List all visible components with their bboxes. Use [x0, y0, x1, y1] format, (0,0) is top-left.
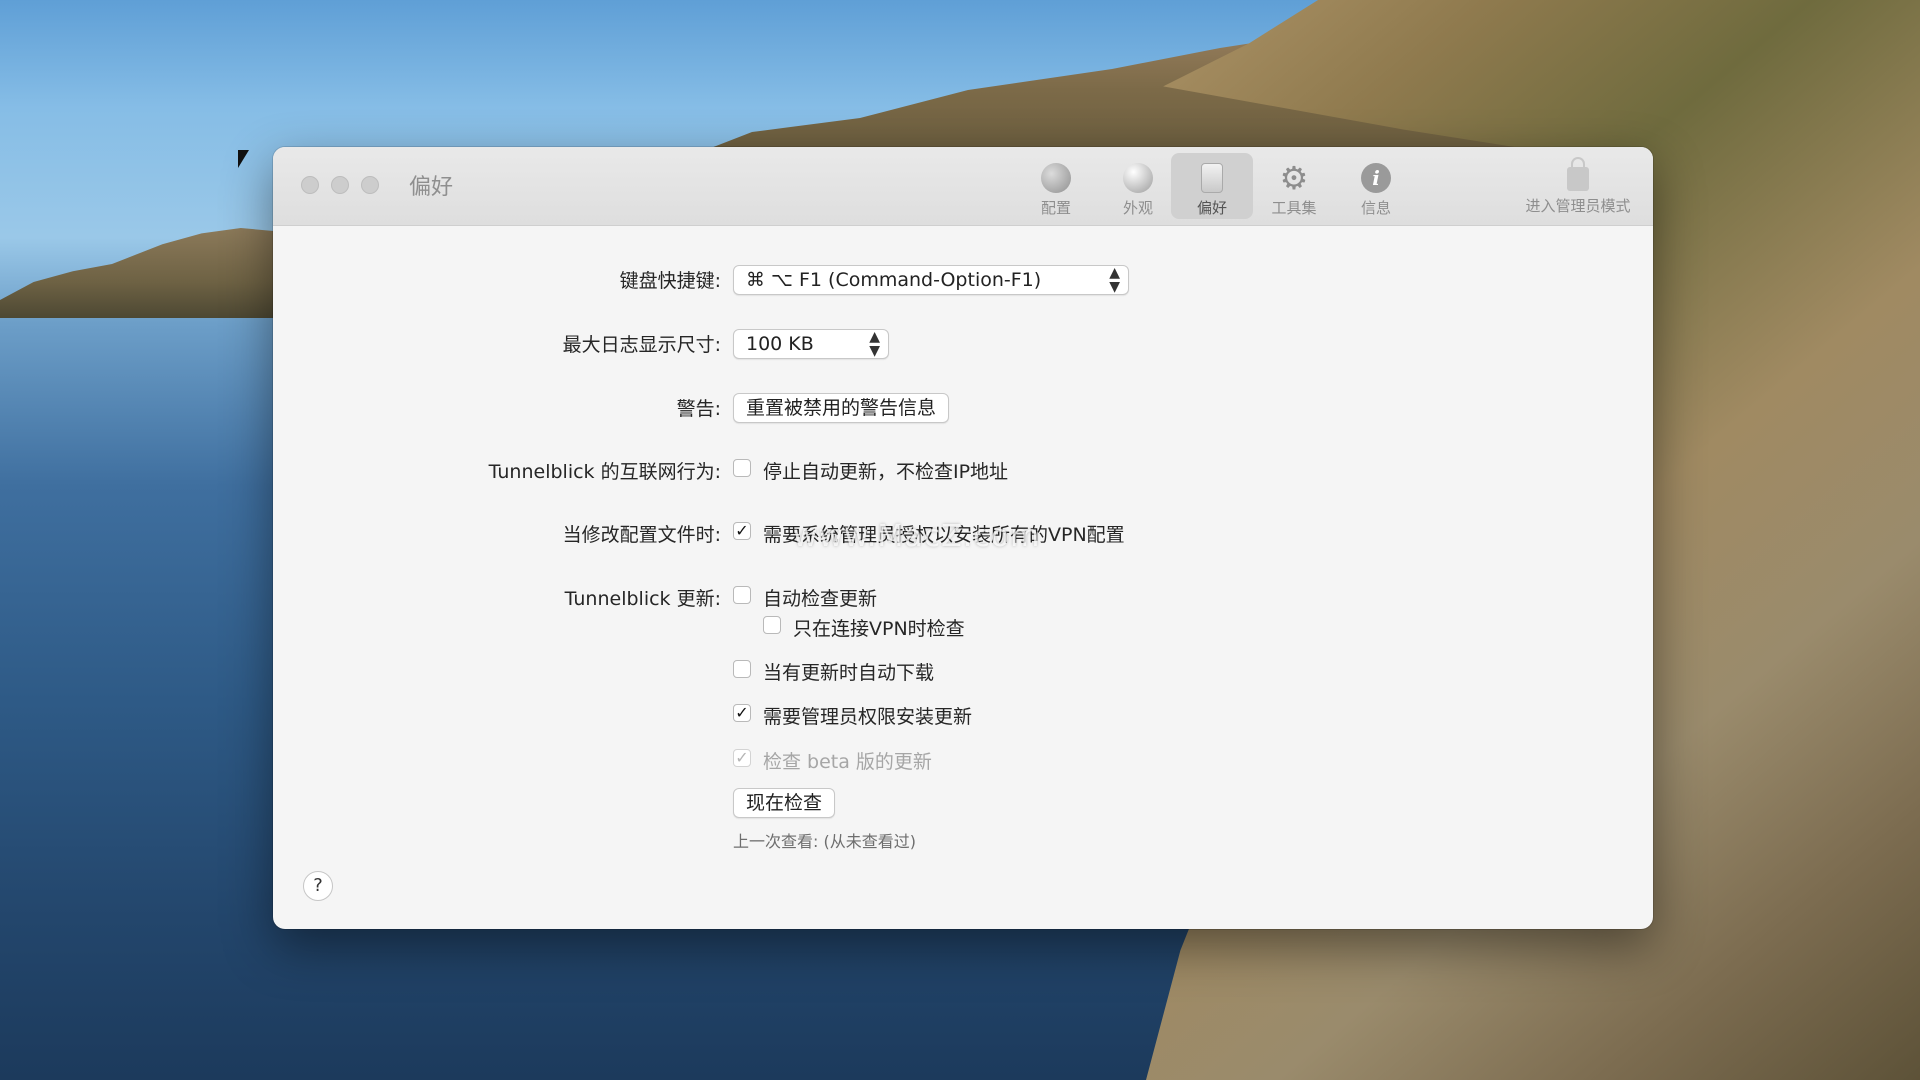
logsize-label: 最大日志显示尺寸:: [562, 334, 721, 356]
admin-mode-label: 进入管理员模式: [1525, 197, 1631, 215]
reset-warnings-button[interactable]: 重置被禁用的警告信息: [733, 393, 950, 423]
watermark: www.MacZ.com: [793, 519, 1041, 554]
checkbox-box[interactable]: [763, 616, 781, 634]
tab-preferences[interactable]: 偏好: [1171, 153, 1253, 219]
tab-label: 工具集: [1271, 199, 1317, 217]
mouse-cursor-icon: [238, 150, 249, 168]
checkbox-label: 当有更新时自动下载: [763, 662, 935, 684]
gear-icon: ⚙: [1279, 159, 1309, 197]
logsize-popup[interactable]: 100 KB ▲ ▼: [733, 329, 889, 359]
help-button[interactable]: ?: [303, 871, 333, 901]
check-now-button[interactable]: 现在检查: [733, 788, 836, 818]
hotkey-popup[interactable]: ⌘ ⌥ F1 (Command-Option-F1) ▲ ▼: [733, 265, 1129, 295]
updates-label: Tunnelblick 更新:: [564, 588, 721, 610]
tab-label: 偏好: [1196, 199, 1227, 217]
sphere-icon: [1123, 163, 1153, 193]
checkbox-box[interactable]: ✓: [733, 704, 751, 722]
checkbox-box[interactable]: [733, 459, 751, 477]
checkbox-box[interactable]: [733, 660, 751, 678]
form-labels: 键盘快捷键: 最大日志显示尺寸: 警告: Tunnelblick 的互联网行为:…: [273, 147, 721, 929]
globe-icon: [1041, 163, 1071, 193]
hotkey-label: 键盘快捷键:: [619, 270, 721, 292]
preferences-window: 偏好 配置 外观 偏好 ⚙ 工具集 i 信息 进入管理员模式 键盘快捷键: 最大…: [273, 147, 1653, 929]
warnings-label: 警告:: [676, 398, 721, 420]
checkbox-label: 检查 beta 版的更新: [763, 751, 932, 773]
desktop-island: [0, 228, 280, 318]
info-icon: i: [1361, 163, 1391, 193]
checkbox-label: 需要管理员权限安装更新: [763, 706, 973, 728]
tab-label: 信息: [1360, 199, 1391, 217]
last-check-text: 上一次查看: (从未查看过): [733, 832, 916, 851]
lock-icon: [1567, 157, 1589, 191]
switch-icon: [1201, 163, 1223, 193]
tab-utilities[interactable]: ⚙ 工具集: [1253, 153, 1335, 219]
tab-label: 配置: [1040, 199, 1071, 217]
checkbox-label: 停止自动更新，不检查IP地址: [763, 461, 1009, 483]
hotkey-value: ⌘ ⌥ F1 (Command-Option-F1): [746, 269, 1042, 291]
checkbox-label: 自动检查更新: [763, 588, 878, 610]
tab-label: 外观: [1122, 199, 1153, 217]
checkbox-label: 只在连接VPN时检查: [793, 618, 965, 640]
tab-configurations[interactable]: 配置: [1015, 153, 1097, 219]
checkbox-box[interactable]: [733, 586, 751, 604]
logsize-value: 100 KB: [746, 333, 814, 355]
chevron-updown-icon: ▲ ▼: [869, 329, 880, 359]
tab-info[interactable]: i 信息: [1335, 153, 1417, 219]
chevron-updown-icon: ▲ ▼: [1109, 265, 1120, 295]
tab-appearance[interactable]: 外观: [1097, 153, 1179, 219]
config-change-label: 当修改配置文件时:: [562, 524, 721, 546]
internet-behavior-label: Tunnelblick 的互联网行为:: [488, 461, 721, 483]
checkbox-box[interactable]: ✓: [733, 522, 751, 540]
checkbox-box: ✓: [733, 749, 751, 767]
admin-mode-button[interactable]: 进入管理员模式: [1513, 153, 1643, 219]
